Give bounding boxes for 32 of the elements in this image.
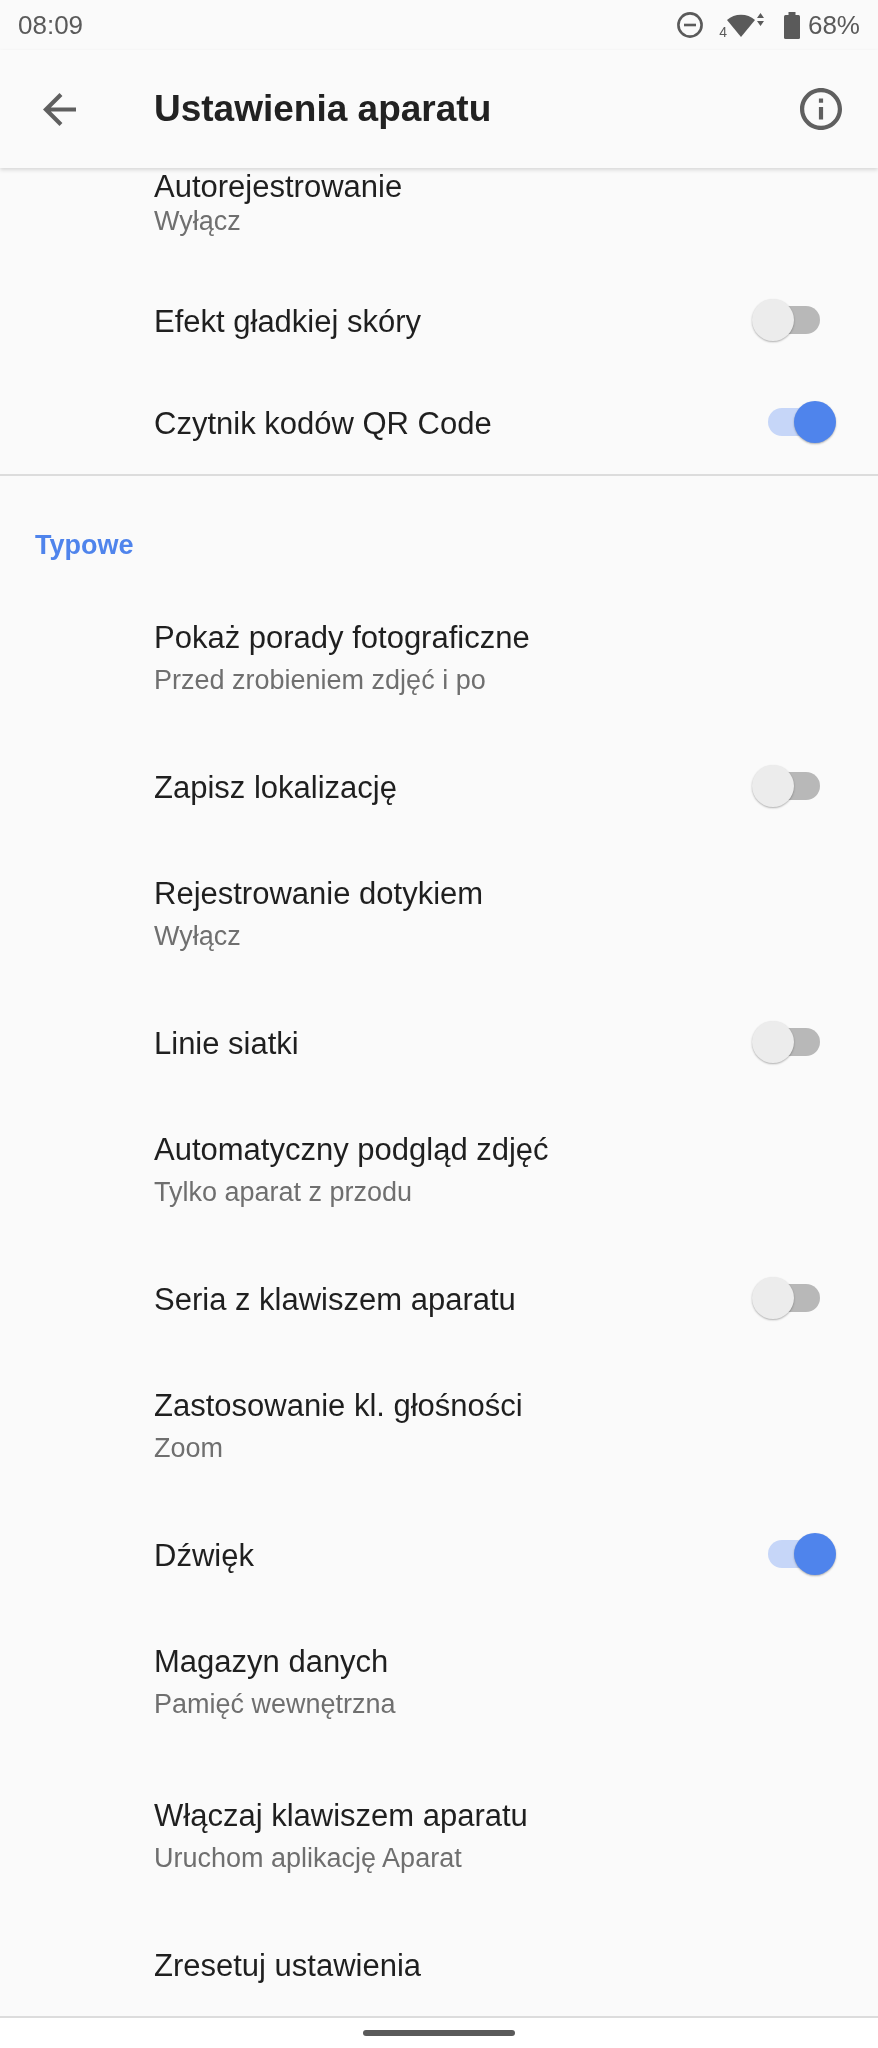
setting-value: Uruchom aplikację Aparat <box>154 1842 462 1875</box>
do-not-disturb-icon <box>677 12 704 38</box>
setting-value: Tylko aparat z przodu <box>154 1176 413 1209</box>
setting-title[interactable]: Magazyn danych <box>154 1640 389 1683</box>
battery-percent: 68% <box>807 9 860 41</box>
setting-title[interactable]: Seria z klawiszem aparatu <box>154 1277 516 1321</box>
setting-title[interactable]: Pokaż porady fotograficzne <box>154 616 530 659</box>
setting-title[interactable]: Dźwięk <box>154 1533 254 1577</box>
setting-value: Zoom <box>154 1432 224 1465</box>
status-time: 08:09 <box>18 9 84 41</box>
setting-value: Wyłącz <box>154 920 241 953</box>
setting-title[interactable]: Zresetuj ustawienia <box>154 1943 422 1987</box>
wifi-icon <box>726 13 764 37</box>
setting-value: Przed zrobieniem zdjęć i po <box>154 664 486 697</box>
network-type-label: 4 <box>719 25 727 39</box>
setting-value: Wyłącz <box>154 205 241 238</box>
setting-title[interactable]: Czytnik kodów QR Code <box>154 401 492 445</box>
setting-title[interactable]: Autorejestrowanie <box>154 170 403 204</box>
setting-title[interactable]: Zapisz lokalizację <box>154 765 397 809</box>
setting-title[interactable]: Rejestrowanie dotykiem <box>154 872 484 915</box>
setting-title[interactable]: Zastosowanie kl. głośności <box>154 1384 523 1427</box>
back-icon[interactable] <box>43 92 76 126</box>
battery-icon <box>783 11 800 39</box>
setting-title[interactable]: Efekt gładkiej skóry <box>154 299 422 343</box>
setting-title[interactable]: Automatyczny podgląd zdjęć <box>154 1128 549 1171</box>
info-icon[interactable] <box>800 88 842 130</box>
setting-title[interactable]: Linie siatki <box>154 1021 299 1065</box>
section-header: Typowe <box>35 530 134 560</box>
home-indicator[interactable] <box>363 2030 515 2036</box>
setting-title[interactable]: Włączaj klawiszem aparatu <box>154 1794 528 1837</box>
screen-title: Ustawienia aparatu <box>154 88 493 130</box>
setting-value: Pamięć wewnętrzna <box>154 1688 396 1721</box>
